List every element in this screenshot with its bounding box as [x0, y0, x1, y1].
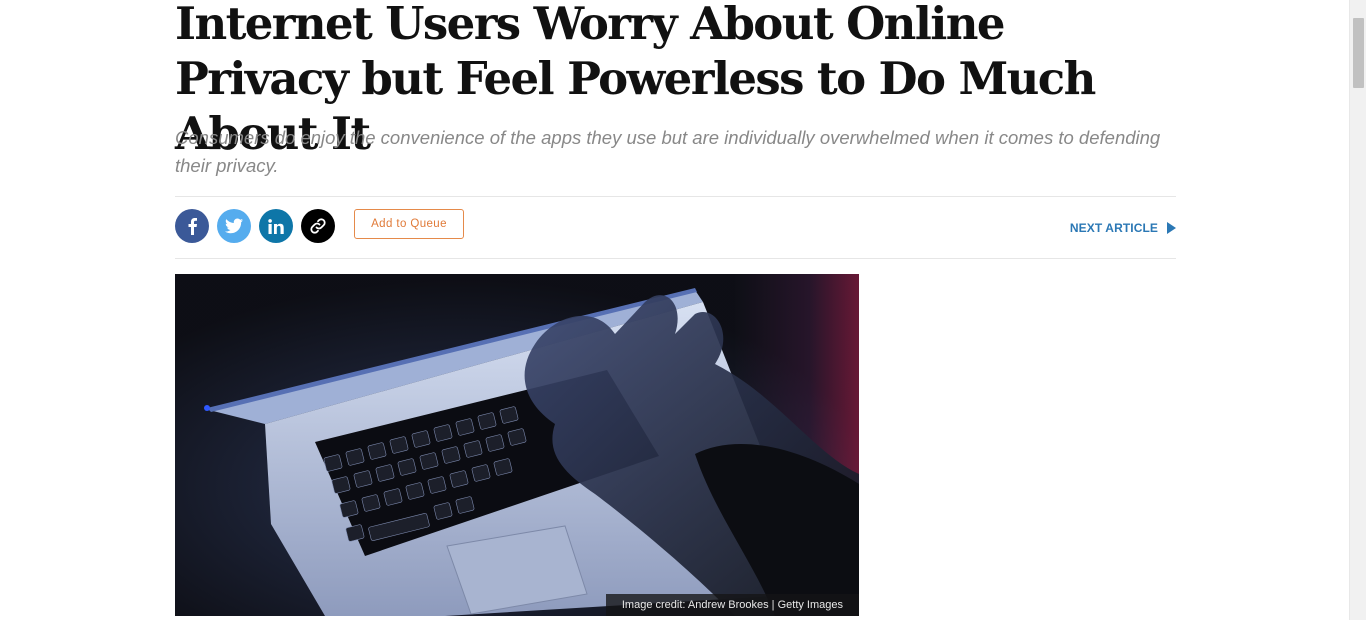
laptop-hand-photo	[175, 274, 859, 616]
scrollbar-thumb[interactable]	[1353, 18, 1364, 88]
image-credit: Image credit: Andrew Brookes | Getty Ima…	[605, 594, 859, 616]
page: Internet Users Worry About Online Privac…	[0, 0, 1366, 620]
link-icon	[310, 218, 326, 234]
vertical-scrollbar[interactable]	[1349, 0, 1366, 620]
add-to-queue-button[interactable]: Add to Queue	[354, 209, 464, 239]
share-bar: Add to Queue NEXT ARTICLE	[175, 196, 1176, 259]
article-subhead: Consumers do enjoy the convenience of th…	[175, 127, 1161, 176]
linkedin-icon	[268, 218, 284, 234]
linkedin-share-button[interactable]	[259, 209, 293, 243]
hero-image: Image credit: Andrew Brookes | Getty Ima…	[175, 274, 859, 616]
facebook-share-button[interactable]	[175, 209, 209, 243]
next-article-label: NEXT ARTICLE	[1069, 221, 1158, 235]
next-article-link[interactable]: NEXT ARTICLE	[1070, 221, 1176, 235]
copy-link-button[interactable]	[301, 209, 335, 243]
twitter-icon	[225, 218, 243, 234]
play-arrow-icon	[1167, 222, 1176, 234]
facebook-icon	[188, 218, 197, 235]
twitter-share-button[interactable]	[217, 209, 251, 243]
